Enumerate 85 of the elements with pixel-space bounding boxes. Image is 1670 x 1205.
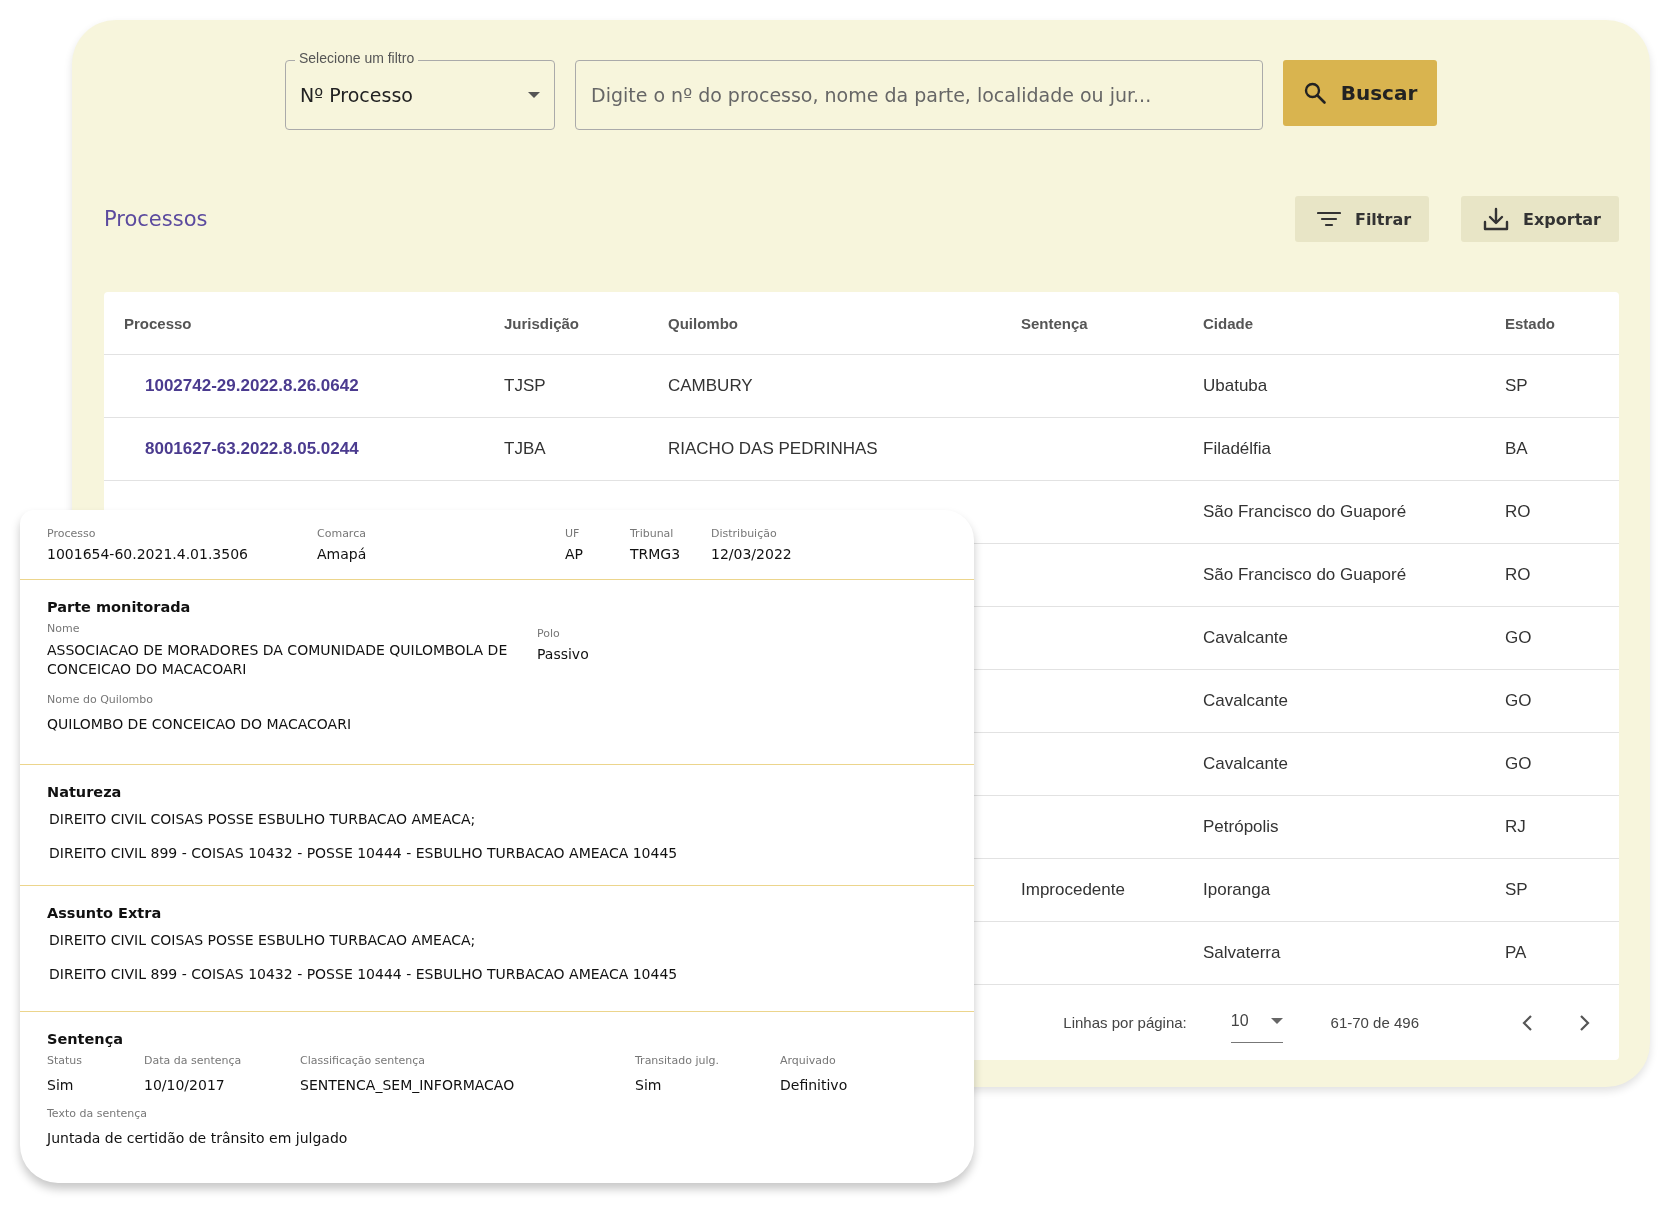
table-cell-text: Cavalcante bbox=[1203, 691, 1290, 711]
field-value: Definitivo bbox=[780, 1077, 848, 1093]
field-label: Comarca bbox=[317, 527, 367, 540]
field-label: Classificação sentença bbox=[300, 1054, 427, 1067]
field-label: UF bbox=[565, 527, 581, 540]
table-cell-text: GO bbox=[1505, 754, 1533, 774]
process-link[interactable]: 8001627-63.2022.8.05.0244 bbox=[124, 439, 504, 459]
table-cell-text: RJ bbox=[1505, 817, 1527, 837]
table-cell-text: São Francisco do Guaporé bbox=[1203, 502, 1408, 522]
table-cell-text: Improcedente bbox=[1021, 880, 1126, 900]
field-value: Sim bbox=[47, 1077, 75, 1093]
filter-icon bbox=[1316, 211, 1341, 227]
table-cell-text: TJSP bbox=[504, 376, 547, 396]
table-cell-text: RIACHO DAS PEDRINHAS bbox=[668, 439, 879, 459]
section-heading: Sentença bbox=[47, 1031, 125, 1047]
subject-line: DIREITO CIVIL 899 - COISAS 10432 - POSSE 10444 - ESBULHO TURBACAO AMEACA 10445 bbox=[49, 845, 679, 861]
field-label: Nome do Quilombo bbox=[47, 693, 155, 706]
field-label: Processo bbox=[47, 527, 97, 540]
field-label: Data da sentença bbox=[144, 1054, 243, 1067]
field-value: QUILOMBO DE CONCEICAO DO MACACOARI bbox=[47, 716, 353, 732]
column-header: Processo bbox=[124, 314, 193, 332]
table-cell-text: SP bbox=[1505, 376, 1529, 396]
previous-page-icon[interactable] bbox=[1521, 1013, 1533, 1032]
field-value: 12/03/2022 bbox=[711, 546, 792, 562]
field-label: Texto da sentença bbox=[47, 1107, 148, 1120]
caret-icon bbox=[528, 92, 540, 98]
field-value: AP bbox=[565, 546, 585, 562]
search-button[interactable]: Buscar bbox=[1283, 60, 1437, 126]
table-cell-text: CAMBURY bbox=[668, 376, 754, 396]
table-cell-text: PA bbox=[1505, 943, 1528, 963]
table-cell-text: RO bbox=[1505, 565, 1532, 585]
next-page-icon[interactable] bbox=[1579, 1013, 1591, 1032]
page-range: 61-70 de 496 bbox=[1330, 1014, 1419, 1031]
section-heading: Natureza bbox=[47, 784, 123, 800]
download-icon bbox=[1483, 207, 1510, 231]
table-cell-text: Cavalcante bbox=[1203, 628, 1290, 648]
field-label: Polo bbox=[537, 627, 561, 640]
column-header: Cidade bbox=[1203, 314, 1254, 332]
column-header: Estado bbox=[1505, 314, 1556, 332]
field-value: TRMG3 bbox=[630, 546, 682, 562]
field-label: Transitado julg. bbox=[635, 1054, 720, 1067]
column-header: Sentença bbox=[1021, 314, 1089, 332]
field-value: ASSOCIACAO DE MORADORES DA COMUNIDADE QUILOMBOLA DE CONCEICAO DO MACACOARI bbox=[47, 641, 509, 679]
subject-line: DIREITO CIVIL COISAS POSSE ESBULHO TURBACAO AMEACA; bbox=[49, 932, 477, 948]
field-label: Status bbox=[47, 1054, 84, 1067]
field-value: Passivo bbox=[537, 646, 589, 662]
table-cell-text: Cavalcante bbox=[1203, 754, 1290, 774]
export-button[interactable]: Exportar bbox=[1461, 196, 1619, 242]
section-heading: Assunto Extra bbox=[47, 905, 163, 921]
field-value: SENTENCA_SEM_INFORMACAO bbox=[300, 1077, 516, 1093]
table-cell-text: GO bbox=[1505, 691, 1533, 711]
table-cell-text: BA bbox=[1505, 439, 1529, 459]
filter-button[interactable]: Filtrar bbox=[1294, 196, 1430, 242]
field-value: 1001654-60.2021.4.01.3506 bbox=[47, 546, 249, 562]
field-label: Arquivado bbox=[780, 1054, 837, 1067]
field-label: Distribuição bbox=[711, 527, 778, 540]
field-label: Tribunal bbox=[630, 527, 675, 540]
table-cell-text: Petrópolis bbox=[1203, 817, 1280, 837]
field-value: Sim bbox=[635, 1077, 663, 1093]
rows-per-page-select[interactable]: 10 bbox=[1230, 1002, 1283, 1043]
search-field[interactable]: Digite o nº do processo, nome da parte, localidade ou jur... bbox=[575, 60, 1263, 130]
table-cell-text: Salvaterra bbox=[1203, 943, 1282, 963]
field-value: 10/10/2017 bbox=[144, 1077, 226, 1093]
filter-label: Selecione um filtro bbox=[295, 50, 419, 66]
column-header: Jurisdição bbox=[504, 314, 581, 332]
caret-icon bbox=[1270, 1018, 1283, 1024]
field-label: Nome bbox=[47, 622, 81, 635]
table-cell-text: São Francisco do Guaporé bbox=[1203, 565, 1408, 585]
rows-per-page-label: Linhas por página: bbox=[1063, 1014, 1187, 1031]
search-icon bbox=[1302, 81, 1327, 105]
table-cell-text: Iporanga bbox=[1203, 880, 1272, 900]
table-cell-text: GO bbox=[1505, 628, 1533, 648]
field-value: Juntada de certidão de trânsito em julgado bbox=[47, 1130, 349, 1146]
column-header: Quilombo bbox=[668, 314, 739, 332]
section-heading: Parte monitorada bbox=[47, 599, 192, 615]
section-title: Processos bbox=[104, 207, 208, 231]
table-cell-text: Filadélfia bbox=[1203, 439, 1273, 459]
field-value: Amapá bbox=[317, 546, 368, 562]
table-cell-text: RO bbox=[1505, 502, 1532, 522]
subject-line: DIREITO CIVIL 899 - COISAS 10432 - POSSE 10444 - ESBULHO TURBACAO AMEACA 10445 bbox=[49, 966, 679, 982]
process-link[interactable]: 1002742-29.2022.8.26.0642 bbox=[124, 376, 504, 396]
table-cell-text: TJBA bbox=[504, 439, 547, 459]
subject-line: DIREITO CIVIL COISAS POSSE ESBULHO TURBACAO AMEACA; bbox=[49, 811, 477, 827]
table-cell-text: Ubatuba bbox=[1203, 376, 1269, 396]
table-cell-text: SP bbox=[1505, 880, 1529, 900]
